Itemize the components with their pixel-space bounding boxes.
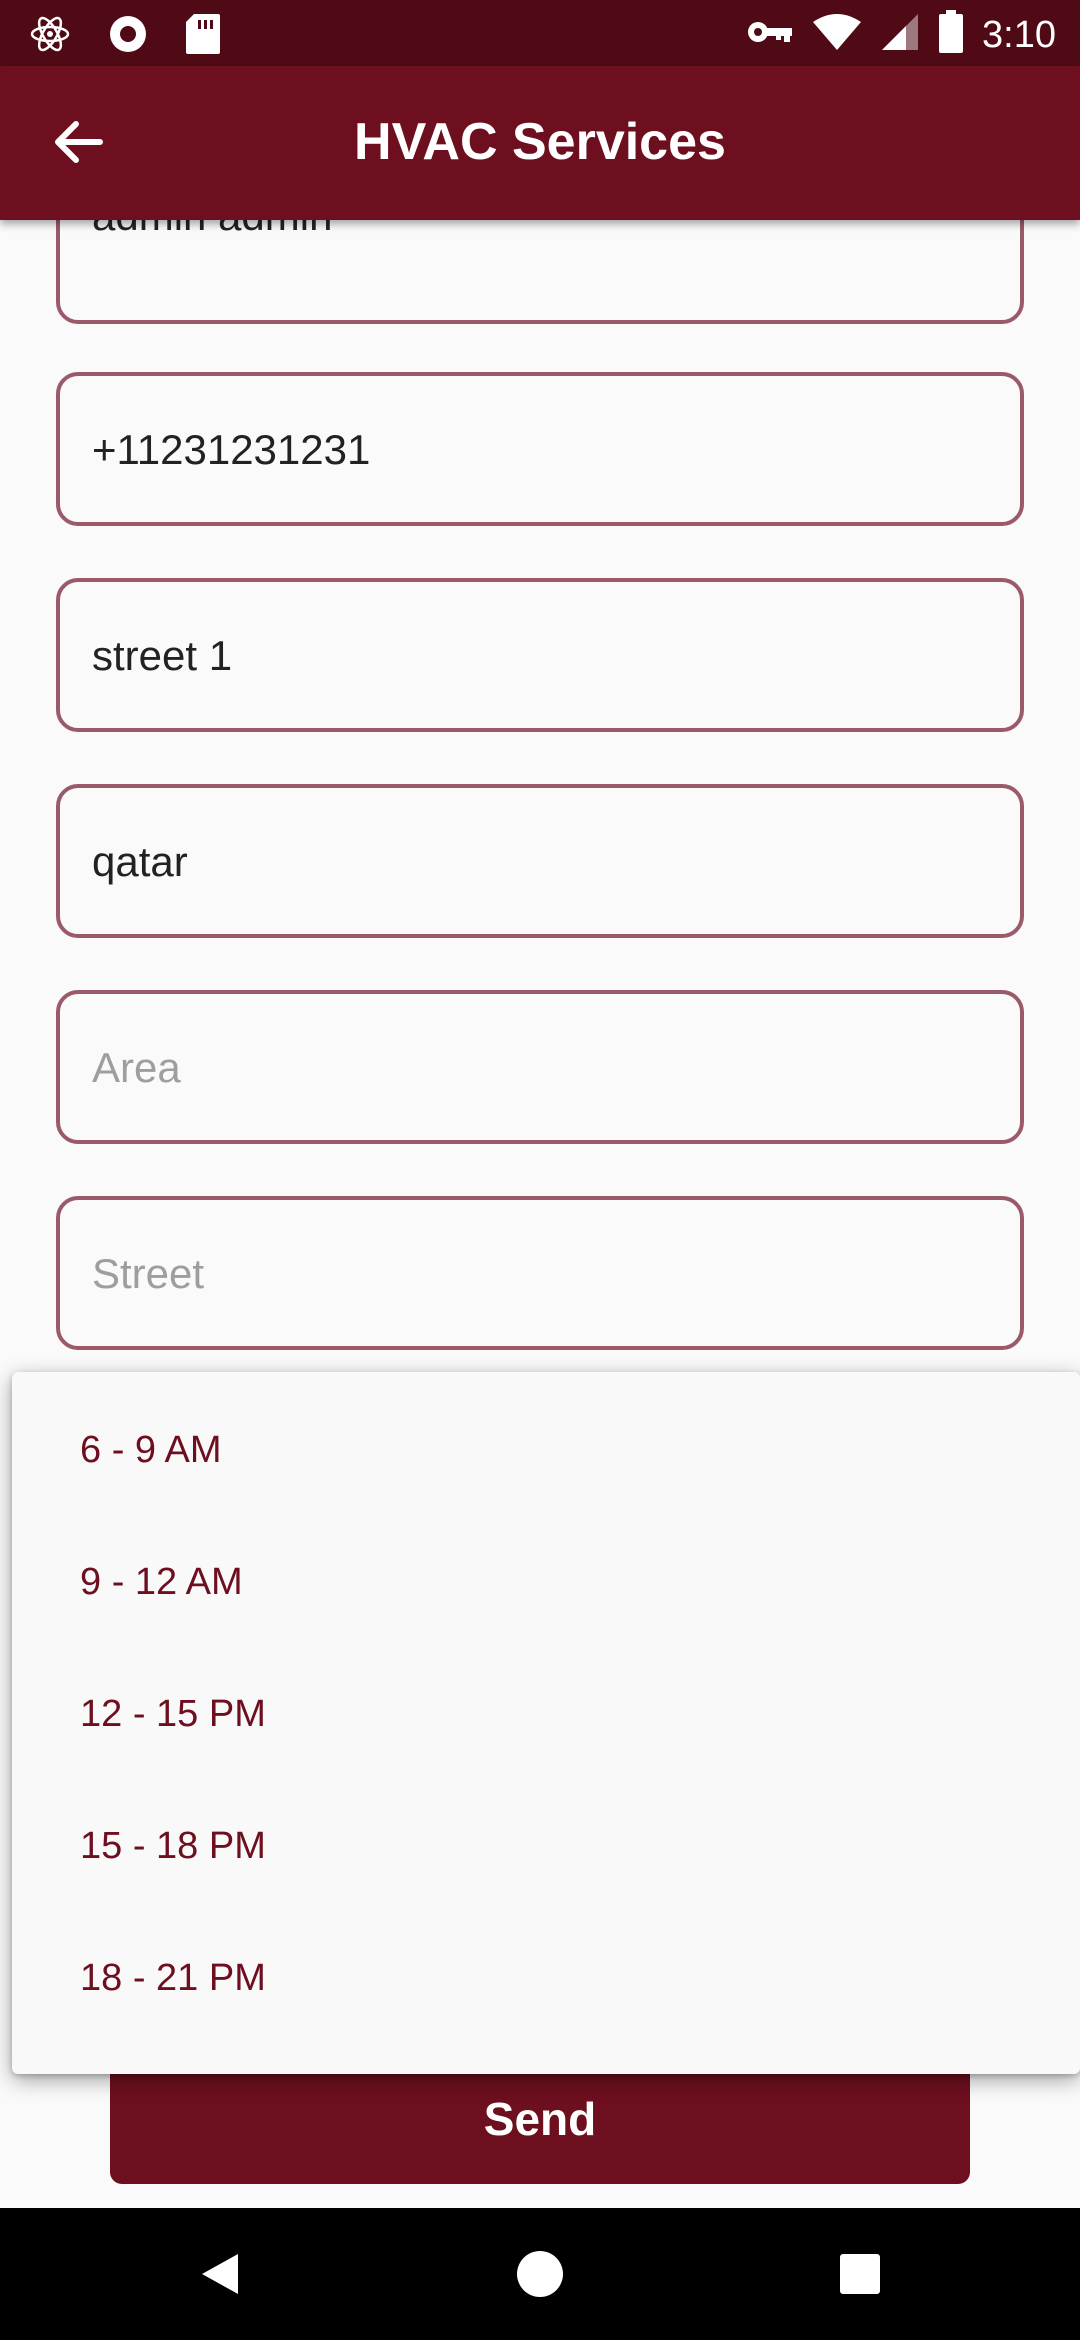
street-field[interactable] — [56, 1196, 1024, 1350]
menu-item-18-21-pm[interactable]: 18 - 21 PM — [12, 1912, 1080, 2044]
home-circle-icon — [516, 2250, 564, 2303]
record-icon — [106, 12, 150, 61]
atom-icon — [28, 12, 72, 61]
phone-input[interactable] — [90, 376, 994, 524]
menu-item-15-18-pm[interactable]: 15 - 18 PM — [12, 1780, 1080, 1912]
phone-field[interactable] — [56, 372, 1024, 526]
navigation-bar — [0, 2208, 1080, 2340]
page-title: HVAC Services — [354, 113, 726, 171]
key-icon — [746, 16, 794, 53]
nav-recents-button[interactable] — [820, 2236, 900, 2316]
country-input[interactable] — [90, 788, 994, 936]
app-bar: HVAC Services — [0, 66, 1080, 220]
country-field[interactable] — [56, 784, 1024, 938]
wifi-icon — [812, 12, 862, 57]
address-input[interactable] — [90, 582, 994, 730]
street-input[interactable] — [90, 1200, 994, 1348]
time-slot-menu: 6 - 9 AM 9 - 12 AM 12 - 15 PM 15 - 18 PM… — [12, 1372, 1080, 2074]
menu-item-12-15-pm[interactable]: 12 - 15 PM — [12, 1648, 1080, 1780]
recents-square-icon — [838, 2252, 882, 2301]
area-input[interactable] — [90, 994, 994, 1142]
status-time: 3:10 — [982, 13, 1056, 56]
signal-icon — [880, 12, 920, 57]
menu-item-9-12-am[interactable]: 9 - 12 AM — [12, 1516, 1080, 1648]
back-triangle-icon — [198, 2250, 242, 2303]
battery-icon — [938, 10, 964, 59]
menu-item-6-9-am[interactable]: 6 - 9 AM — [12, 1384, 1080, 1516]
sd-card-icon — [184, 12, 222, 61]
area-field[interactable] — [56, 990, 1024, 1144]
status-bar: 3:10 — [0, 0, 1080, 66]
nav-home-button[interactable] — [500, 2236, 580, 2316]
address-field[interactable] — [56, 578, 1024, 732]
nav-back-button[interactable] — [180, 2236, 260, 2316]
